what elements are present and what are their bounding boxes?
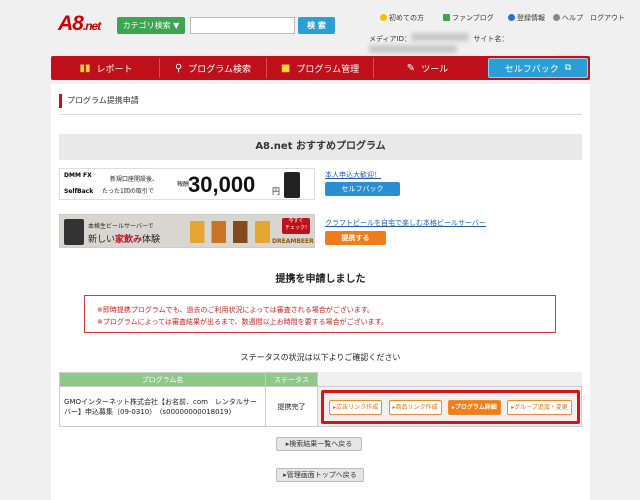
lightbulb-icon: [380, 14, 387, 21]
nav-report-label: レポート: [96, 64, 133, 75]
fanblog-link-label: ファンブログ: [452, 14, 494, 22]
header-status: ステータス: [265, 372, 318, 387]
media-id-value: [410, 33, 469, 41]
action-buttons-highlight: ▸広告リンク作成 ▸商品リンク作成 ▸プログラム詳細 ▸グループ追加・変更: [321, 390, 580, 424]
main-panel: プログラム提携申請 A8.net おすすめプログラム DMM FX SelfBa…: [51, 84, 590, 500]
application-complete-message: 提携を申請しました: [275, 274, 366, 285]
create-ad-link-button[interactable]: ▸広告リンク作成: [329, 399, 383, 415]
table-row: GMOインターネット株式会社【お名前．com レンタルサーバー】申込募集（09-…: [59, 386, 582, 427]
beer-server-link[interactable]: クラフトビールを自宅で楽しむ本格ビールサーバー: [325, 218, 486, 228]
banner2-emph: 家飲み: [115, 235, 143, 245]
folder-icon: ■: [280, 62, 291, 74]
account-info-link-label: 登録情報: [517, 14, 545, 22]
recommend-heading: A8.net おすすめプログラム: [59, 134, 582, 160]
help-link[interactable]: ヘルプ: [553, 13, 583, 23]
help-icon: [553, 14, 560, 21]
banner2-line1: 本格生ビールサーバーで: [88, 223, 154, 230]
bar-chart-icon: ▮▮: [79, 62, 91, 74]
selfback-button[interactable]: セルフバック: [325, 182, 400, 196]
nav-tools-label: ツール: [421, 64, 449, 75]
a8net-logo[interactable]: A8.net: [58, 12, 101, 36]
site-name-label: サイト名：: [473, 35, 509, 43]
header: A8.net カテゴリ検索 ▼ 検 索 初めての方 ファンブログ 登録情報 ヘル…: [0, 0, 640, 65]
nav-program-search-label: プログラム検索: [188, 64, 252, 75]
nav-report[interactable]: ▮▮ レポート: [53, 58, 160, 78]
notice-box: ※即時提携プログラムでも、過去のご利用状況によっては審査される場合がございます。…: [84, 295, 556, 333]
fanblog-link[interactable]: ファンブログ: [443, 13, 494, 23]
site-name-value: [369, 45, 457, 53]
logout-link[interactable]: ログアウト: [590, 13, 625, 23]
status-cell: 提携完了: [265, 386, 318, 427]
status-note: ステータスの状況は以下よりご確認ください: [240, 353, 401, 362]
logo-suffix: .net: [82, 19, 101, 33]
banner-amount: 30,000: [188, 172, 256, 197]
magnifier-icon: ⚲: [174, 62, 183, 74]
nav-selfback-label: セルフバック: [504, 64, 559, 75]
notice-line-2: ※プログラムによっては審査結果が出るまで、数週間以上お時間を要する場合がございま…: [97, 318, 388, 326]
beginner-link-label: 初めての方: [389, 14, 424, 22]
media-id-label: メディアID：: [369, 35, 411, 43]
banner2-line2-a: 新しい: [88, 235, 116, 245]
category-search-button[interactable]: カテゴリ検索 ▼: [117, 17, 185, 34]
back-to-results-button[interactable]: ▸検索結果一覧へ戻る: [276, 437, 362, 451]
search-button[interactable]: 検 索: [298, 17, 335, 34]
dreambeer-banner[interactable]: 本格生ビールサーバーで 新しい家飲み体験 今すぐ チェック! DREAMBEER: [59, 214, 315, 248]
flag-icon: [443, 14, 450, 21]
partner-button[interactable]: 提携する: [325, 231, 386, 245]
group-add-change-button[interactable]: ▸グループ追加・変更: [507, 399, 572, 415]
help-link-label: ヘルプ: [562, 14, 583, 22]
beer-server-image: [64, 219, 84, 245]
wrench-icon: ✎: [406, 62, 416, 74]
search-input[interactable]: [190, 17, 295, 34]
banner-line2: たった1回の取引で: [102, 188, 154, 195]
user-icon: [508, 14, 515, 21]
banner2-brand: DREAMBEER: [272, 238, 314, 245]
banner2-line2: 新しい家飲み体験: [88, 232, 160, 245]
account-info-link[interactable]: 登録情報: [508, 13, 545, 23]
dmmfx-banner[interactable]: DMM FX SelfBack 新規口座開設後、 たった1回の取引で 報酬 30…: [59, 168, 315, 200]
page-title: プログラム提携申請: [59, 94, 139, 108]
selfback-promo-link[interactable]: 本人申込大歓迎！: [325, 170, 381, 180]
smartphone-image: [284, 172, 300, 198]
title-divider: [59, 114, 582, 115]
create-product-link-button[interactable]: ▸商品リンク作成: [388, 399, 442, 415]
banner-unit: 円: [272, 187, 280, 196]
nav-selfback[interactable]: セルフバック ⧉: [488, 58, 588, 78]
beginner-link[interactable]: 初めての方: [380, 13, 424, 23]
banner-brand-top: DMM FX: [64, 172, 92, 179]
notice-line-1: ※即時提携プログラムでも、過去のご利用状況によっては審査される場合がございます。: [97, 306, 375, 314]
actions-cell: ▸広告リンク作成 ▸商品リンク作成 ▸プログラム詳細 ▸グループ追加・変更: [317, 386, 582, 427]
program-details-button[interactable]: ▸プログラム詳細: [447, 399, 501, 415]
logo-text: A8: [58, 12, 84, 35]
main-nav: ▮▮ レポート ⚲ プログラム検索 ■ プログラム管理 ✎ ツール セルフバック ⧉: [51, 56, 590, 80]
back-to-top-button[interactable]: ▸管理画面トップへ戻る: [276, 468, 364, 482]
program-status-table: プログラム名 ステータス GMOインターネット株式会社【お名前．com レンタル…: [59, 372, 582, 427]
program-name-cell: GMOインターネット株式会社【お名前．com レンタルサーバー】申込募集（09-…: [59, 386, 266, 427]
banner2-line2-b: 体験: [142, 235, 161, 245]
banner-brand-bottom: SelfBack: [64, 188, 94, 195]
banner-line1: 新規口座開設後、: [110, 176, 159, 183]
nav-program-manage[interactable]: ■ プログラム管理: [267, 58, 374, 78]
beer-glasses-image: [190, 221, 270, 243]
nav-tools[interactable]: ✎ ツール: [374, 58, 481, 78]
nav-program-search[interactable]: ⚲ プログラム検索: [160, 58, 267, 78]
header-actions: [317, 372, 582, 387]
window-icon: ⧉: [564, 63, 572, 73]
nav-program-manage-label: プログラム管理: [296, 64, 360, 75]
banner2-badge: 今すぐ チェック!: [282, 218, 310, 234]
header-program-name: プログラム名: [59, 372, 266, 387]
